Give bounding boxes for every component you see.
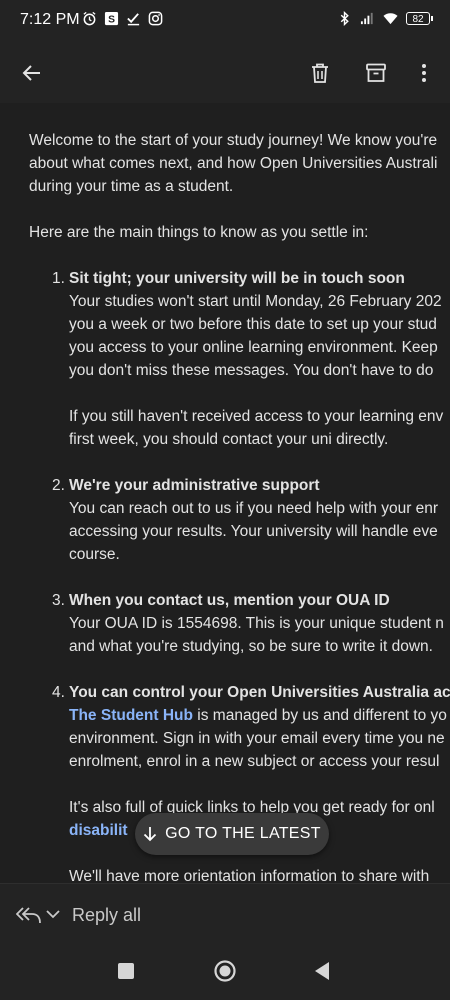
list-item: 2. We're your administrative support You…	[29, 474, 450, 566]
reply-bar: Reply all	[0, 883, 450, 947]
reply-all-icon[interactable]	[16, 904, 42, 926]
disability-link[interactable]: disabilit	[69, 822, 128, 839]
list-item-line: Your OUA ID is 1554698. This is your uni…	[69, 615, 444, 632]
archive-icon	[366, 63, 386, 82]
list-item-line: you access to your online learning envir…	[69, 339, 438, 356]
list-item-line: environment. Sign in with your email eve…	[69, 730, 445, 747]
back-icon[interactable]	[313, 961, 331, 981]
list-item-line: you a week or two before this date to se…	[69, 316, 437, 333]
system-nav-bar	[0, 946, 450, 1000]
list-item-text: is managed by us and different to yo	[193, 707, 447, 724]
intro-line: during your time as a student.	[29, 178, 234, 195]
list-item-line: course.	[69, 546, 120, 563]
go-to-latest-button[interactable]: GO TO THE LATEST	[135, 813, 329, 855]
list-item: 3. When you contact us, mention your OUA…	[29, 589, 450, 658]
list-item-line: If you still haven't received access to …	[69, 408, 444, 425]
email-content[interactable]: Welcome to the start of your study journ…	[0, 103, 450, 883]
list-item-title: You can control your Open Universities A…	[69, 684, 450, 701]
status-time: 7:12 PM	[20, 11, 80, 28]
go-to-latest-label: GO TO THE LATEST	[165, 825, 321, 842]
list-item-line: Your studies won't start until Monday, 2…	[69, 293, 442, 310]
list-item-line: You can reach out to us if you need help…	[69, 500, 439, 517]
list-item-line: you don't miss these messages. You don't…	[69, 362, 434, 379]
list-item-line: accessing your results. Your university …	[69, 523, 438, 540]
reply-all-button[interactable]: Reply all	[72, 905, 141, 926]
list-item-title: Sit tight; your university will be in to…	[69, 270, 405, 287]
delete-button[interactable]	[298, 42, 342, 103]
list-number: 1.	[52, 270, 65, 287]
email-toolbar	[0, 42, 450, 103]
delete-icon	[312, 63, 328, 83]
list-item-line: enrolment, enrol in a new subject or acc…	[69, 753, 440, 770]
recents-icon[interactable]	[118, 963, 134, 979]
back-arrow-icon	[22, 64, 40, 81]
intro-line: about what comes next, and how Open Univ…	[29, 155, 438, 172]
status-icons-right: 82	[337, 11, 433, 26]
back-button[interactable]	[10, 42, 54, 103]
s-app-icon: S	[104, 11, 119, 26]
battery-indicator: 82	[406, 12, 433, 25]
list-item-title: We're your administrative support	[69, 477, 320, 494]
list-item-title: When you contact us, mention your OUA ID	[69, 592, 390, 609]
signal-icon	[360, 12, 373, 25]
list-item-line: first week, you should contact your uni …	[69, 431, 389, 448]
home-icon[interactable]	[213, 959, 237, 983]
archive-button[interactable]	[354, 42, 398, 103]
wifi-icon	[383, 13, 398, 25]
instagram-icon	[148, 11, 163, 26]
list-number: 4.	[52, 684, 65, 701]
list-item-line: We'll have more orientation information …	[69, 868, 430, 883]
status-bar: 7:12 PM S 82	[0, 0, 450, 42]
svg-text:S: S	[108, 15, 115, 26]
list-number: 2.	[52, 477, 65, 494]
list-item-line: and what you're studying, so be sure to …	[69, 638, 433, 655]
list-item-line: The Student Hub is managed by us and dif…	[69, 704, 450, 727]
list-item: 1. Sit tight; your university will be in…	[29, 267, 450, 451]
alarm-icon	[83, 11, 96, 26]
arrow-down-icon	[144, 827, 157, 842]
more-vert-icon	[422, 63, 426, 82]
status-icons-left: S	[82, 11, 163, 26]
list-number: 3.	[52, 592, 65, 609]
check-icon	[127, 13, 140, 26]
intro-line: Welcome to the start of your study journ…	[29, 132, 438, 149]
email-body: Welcome to the start of your study journ…	[29, 129, 450, 883]
more-options-button[interactable]	[402, 42, 446, 103]
chevron-down-icon[interactable]	[45, 906, 61, 922]
student-hub-link[interactable]: The Student Hub	[69, 707, 193, 724]
lead-text: Here are the main things to know as you …	[29, 224, 369, 241]
bluetooth-icon	[340, 11, 349, 26]
